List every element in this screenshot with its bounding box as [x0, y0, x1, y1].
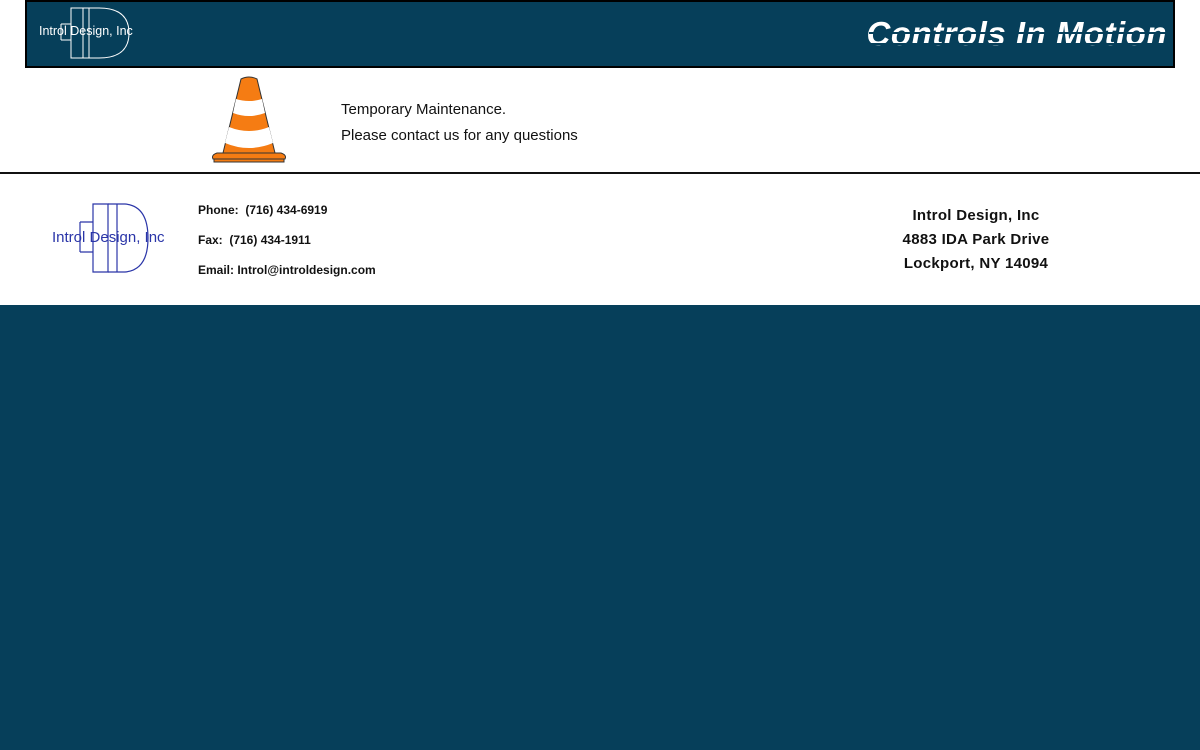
header-banner: Introl Design, Inc Controls In Motion — [25, 0, 1175, 68]
fax-number: Fax: (716) 434-1911 — [198, 233, 311, 247]
company-address: Introl Design, Inc 4883 IDA Park Drive L… — [876, 204, 1076, 276]
tagline-stripe — [869, 43, 1169, 45]
address-company: Introl Design, Inc — [912, 207, 1040, 224]
contact-info: Phone: (716) 434-6919 Fax: (716) 434-191… — [198, 200, 376, 290]
maintenance-notice: Temporary Maintenance. Please contact us… — [341, 97, 578, 149]
header-logo-text: Introl Design, Inc — [39, 24, 133, 38]
tagline: Controls In Motion — [866, 15, 1167, 52]
email-link[interactable]: Email: Introl@introldesign.com — [198, 260, 376, 290]
divider — [0, 172, 1200, 174]
address-city: Lockport, NY 14094 — [903, 255, 1049, 272]
phone-number: Phone: (716) 434-6919 — [198, 203, 328, 217]
footer-logo-text: Introl Design, Inc — [52, 229, 165, 246]
tagline-stripe — [869, 32, 1169, 34]
page-content: Introl Design, Inc Controls In Motion Te… — [0, 0, 1200, 305]
notice-line-2: Please contact us for any questions — [341, 127, 578, 144]
address-street: 4883 IDA Park Drive — [902, 231, 1050, 248]
traffic-cone-icon — [212, 76, 286, 163]
notice-line-1: Temporary Maintenance. — [341, 101, 507, 118]
page-background — [0, 305, 1200, 750]
